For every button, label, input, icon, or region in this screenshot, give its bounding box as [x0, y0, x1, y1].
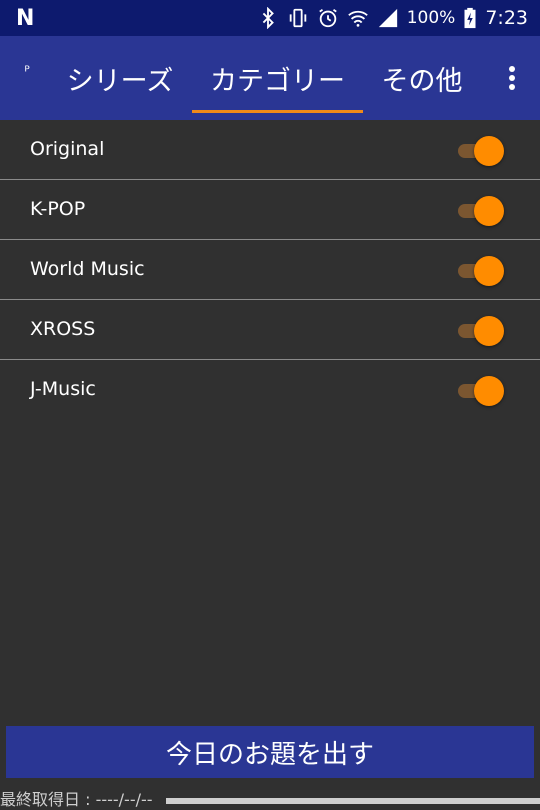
tab-partial[interactable]: ᴾ — [18, 36, 36, 120]
category-row-world-music[interactable]: World Music — [0, 240, 540, 300]
toggle-switch[interactable] — [456, 256, 506, 286]
n-icon: N — [16, 6, 35, 31]
toggle-switch[interactable] — [456, 376, 506, 406]
last-fetch-label: 最終取得日 : ----/--/-- — [0, 790, 153, 809]
more-vert-icon[interactable] — [504, 60, 520, 94]
category-label: XROSS — [30, 318, 96, 340]
tab-category[interactable]: カテゴリー — [192, 36, 363, 120]
category-row-original[interactable]: Original — [0, 120, 540, 180]
category-label: J-Music — [30, 378, 96, 400]
category-label: K-POP — [30, 198, 86, 220]
category-row-jmusic[interactable]: J-Music — [0, 360, 540, 419]
status-bar: N 100% 7:23 — [0, 0, 540, 36]
alarm-icon — [318, 8, 337, 28]
toggle-switch[interactable] — [456, 196, 506, 226]
category-label: World Music — [30, 258, 145, 280]
toggle-switch[interactable] — [456, 316, 506, 346]
tab-indicator — [192, 110, 363, 113]
toggle-switch[interactable] — [456, 136, 506, 166]
wifi-icon — [347, 10, 368, 27]
battery-charging-icon — [464, 7, 476, 29]
tab-series[interactable]: シリーズ — [50, 36, 190, 120]
vibrate-icon — [289, 8, 306, 28]
bluetooth-icon — [262, 7, 274, 29]
app-bar: ᴾ シリーズ カテゴリー その他 — [0, 36, 540, 120]
category-row-xross[interactable]: XROSS — [0, 300, 540, 360]
clock: 7:23 — [485, 7, 528, 29]
category-row-kpop[interactable]: K-POP — [0, 180, 540, 240]
category-list: Original K-POP World Music XROSS J-Music — [0, 120, 540, 419]
progress-bar — [166, 798, 540, 804]
battery-percent: 100% — [406, 8, 456, 28]
category-label: Original — [30, 138, 105, 160]
get-today-theme-button[interactable]: 今日のお題を出す — [6, 726, 534, 778]
signal-icon — [378, 8, 397, 28]
tab-other[interactable]: その他 — [370, 36, 474, 120]
status-icons: 100% 7:23 — [257, 0, 528, 36]
